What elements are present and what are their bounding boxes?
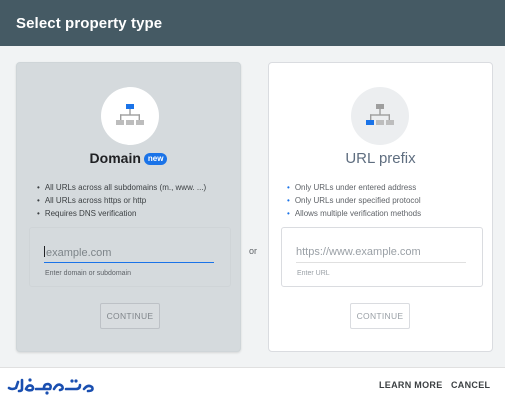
url-input[interactable]: https://www.example.com — [296, 243, 466, 263]
dialog-title: Select property type — [16, 15, 163, 32]
dialog-footer: LEARN MORE CANCEL — [0, 367, 505, 400]
list-item: All URLs across all subdomains (m., www.… — [37, 181, 233, 194]
list-item: Requires DNS verification — [37, 207, 233, 220]
list-item: Only URLs under entered address — [287, 181, 483, 194]
new-badge: new — [143, 153, 168, 166]
arabic-watermark-logo — [7, 378, 94, 395]
cancel-button[interactable]: CANCEL — [451, 380, 490, 390]
url-input-box: https://www.example.com Enter URL — [281, 227, 483, 287]
list-item: All URLs across https or http — [37, 194, 233, 207]
learn-more-button[interactable]: LEARN MORE — [379, 380, 443, 390]
domain-card[interactable]: Domainnew All URLs across all subdomains… — [16, 62, 241, 352]
url-prefix-tree-icon — [366, 104, 394, 125]
dialog-content: Domainnew All URLs across all subdomains… — [0, 46, 505, 367]
text-cursor — [44, 246, 45, 257]
or-separator: or — [249, 246, 258, 256]
url-prefix-title: URL prefix — [345, 150, 416, 167]
list-item: Only URLs under specified protocol — [287, 194, 483, 207]
domain-input-box: example.com Enter domain or subdomain — [29, 227, 231, 287]
domain-tree-icon — [116, 104, 144, 125]
url-prefix-icon-circle — [351, 87, 409, 145]
list-item: Allows multiple verification methods — [287, 207, 483, 220]
domain-title-text: Domain — [89, 150, 141, 166]
url-continue-button[interactable]: CONTINUE — [350, 303, 410, 329]
url-helper-text: Enter URL — [297, 270, 330, 277]
domain-input[interactable]: example.com — [44, 243, 214, 263]
domain-bullets: All URLs across all subdomains (m., www.… — [37, 181, 233, 220]
dialog-header: Select property type — [0, 0, 505, 46]
url-prefix-card[interactable]: URL prefix Only URLs under entered addre… — [268, 62, 493, 352]
domain-title: Domain new — [17, 150, 240, 166]
domain-icon-circle — [101, 87, 159, 145]
domain-helper-text: Enter domain or subdomain — [45, 270, 131, 277]
domain-input-placeholder: example.com — [46, 247, 112, 259]
domain-continue-button[interactable]: CONTINUE — [100, 303, 160, 329]
url-prefix-bullets: Only URLs under entered address Only URL… — [287, 181, 483, 220]
